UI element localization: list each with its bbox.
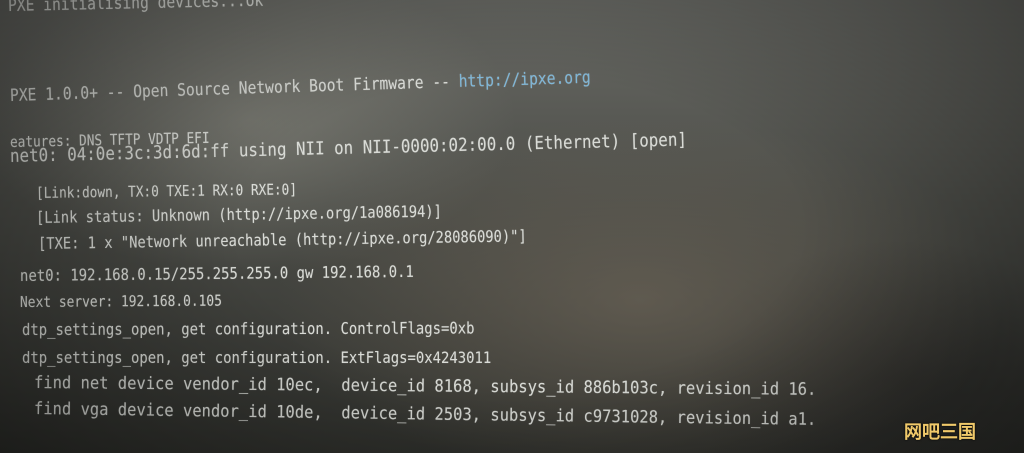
boot-screen: PXE initialising devices...ok PXE 1.0.0+… bbox=[0, 0, 1024, 453]
console-line-link-down: [Link:down, TX:0 TXE:1 RX:0 RXE:0] bbox=[35, 180, 298, 202]
console-line-init: PXE initialising devices...ok bbox=[7, 0, 264, 16]
console-line-txe: [TXE: 1 x "Network unreachable (http://i… bbox=[37, 226, 527, 253]
console-line-control-flags: dtp_settings_open, get configuration. Co… bbox=[21, 318, 475, 339]
watermark-logo: 网吧三国 bbox=[904, 422, 976, 443]
console-line-vga-device: find vga device vendor_id 10de, device_i… bbox=[33, 399, 817, 430]
ipxe-banner-link: http://ipxe.org bbox=[458, 67, 591, 92]
console-line-next-server: Next server: 192.168.0.105 bbox=[19, 291, 222, 311]
console-line-ipxe-banner: PXE 1.0.0+ -- Open Source Network Boot F… bbox=[10, 68, 591, 106]
console-output: PXE initialising devices...ok PXE 1.0.0+… bbox=[0, 0, 1024, 453]
ipxe-banner-text: PXE 1.0.0+ -- Open Source Network Boot F… bbox=[9, 71, 459, 106]
console-line-ext-flags: dtp_settings_open, get configuration. Ex… bbox=[22, 348, 492, 367]
console-line-net-device: find net device vendor_id 10ec, device_i… bbox=[33, 373, 817, 400]
console-line-net0-ip: net0: 192.168.0.15/255.255.255.0 gw 192.… bbox=[19, 261, 414, 285]
console-line-link-status: [Link status: Unknown (http://ipxe.org/1… bbox=[35, 201, 443, 227]
